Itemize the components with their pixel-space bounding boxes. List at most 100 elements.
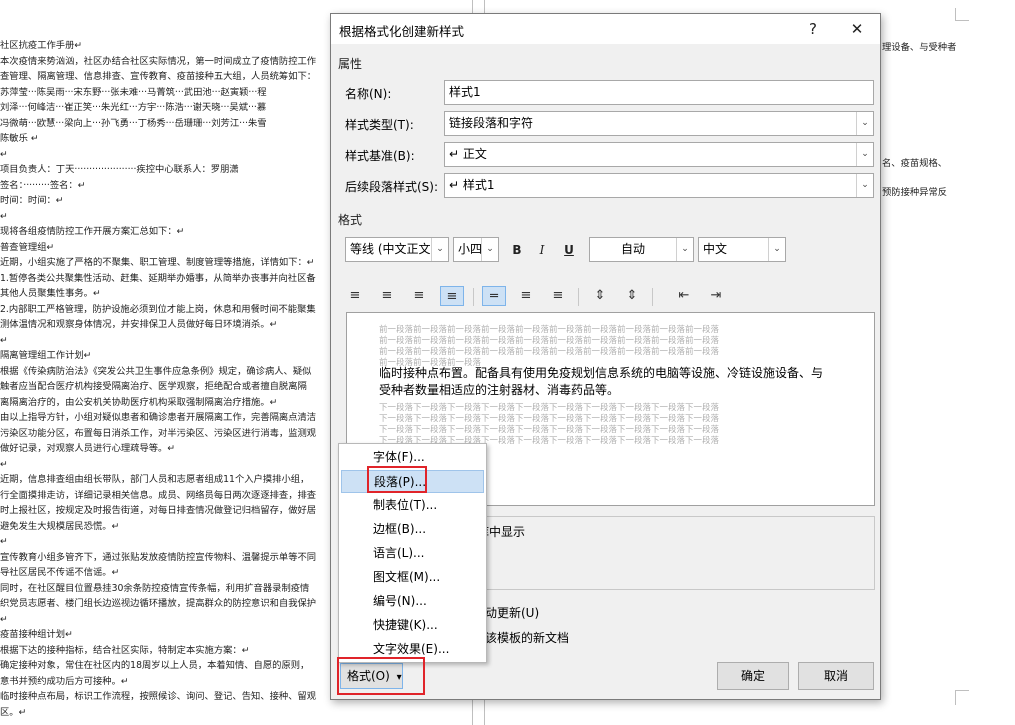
- style-base-select[interactable]: ↵ 正文 ⌄: [444, 142, 874, 167]
- document-line: 时上报社区，按规定及时报告街道，对每日排查情况做登记归档留存，做好居: [0, 505, 317, 516]
- line-spacing-onehalf-icon[interactable]: ≡: [514, 286, 538, 306]
- menu-item[interactable]: 制表位(T)...: [341, 494, 484, 517]
- italic-button[interactable]: I: [531, 241, 553, 259]
- document-line: 苏萍莹···陈吴雨···宋东野···张未难···马菁筑···武田池···赵寅颖·…: [0, 86, 267, 98]
- style-type-label: 样式类型(T):: [345, 118, 414, 132]
- style-type-select[interactable]: 链接段落和字符 ⌄: [444, 111, 874, 136]
- align-justify-icon[interactable]: ≡: [440, 286, 464, 306]
- close-icon[interactable]: ✕: [837, 16, 877, 42]
- new-documents-label[interactable]: 该模板的新文档: [485, 629, 569, 646]
- preview-line: 前一段落前一段落前一段落前一段落前一段落前一段落前一段落前一段落前一段落前一段落: [379, 336, 720, 346]
- chevron-down-icon[interactable]: ⌄: [676, 238, 693, 261]
- document-line: 宣传教育小组多管齐下，通过张贴发放疫情防控宣传物料、温馨提示单等不同: [0, 551, 317, 563]
- menu-item[interactable]: 边框(B)...: [341, 518, 484, 541]
- decrease-indent-icon[interactable]: ⇤: [672, 286, 696, 306]
- document-line: 离隔离治疗的，由公安机关协助医疗机构采取强制隔离治疗措施。↵: [0, 396, 278, 408]
- style-type-value: 链接段落和字符: [449, 116, 534, 130]
- document-line: 区。↵: [0, 706, 27, 718]
- line-spacing-single-icon[interactable]: ═: [482, 286, 506, 306]
- increase-indent-icon[interactable]: ⇥: [704, 286, 728, 306]
- document-line: 本次疫情来势汹汹，社区办结合社区实际情况，第一时间成立了疫情防控工作: [0, 55, 317, 67]
- style-base-value: ↵ 正文: [449, 147, 487, 161]
- chevron-down-icon[interactable]: ⌄: [481, 238, 498, 261]
- increase-paragraph-spacing-icon[interactable]: ⇕: [588, 286, 612, 306]
- toolbar-separator: [652, 288, 653, 306]
- preview-line: 下一段落下一段落下一段落下一段落下一段落下一段落下一段落下一段落下一段落下一段落: [379, 403, 720, 413]
- menu-item[interactable]: 快捷键(K)...: [341, 614, 484, 637]
- document-line: 污染区功能分区，布置每日消杀工作，对半污染区、污染区进行消毒，监测观: [0, 427, 317, 439]
- document-line: 现将各组疫情防控工作开展方案汇总如下：↵: [0, 226, 185, 237]
- dialog-title: 根据格式化创建新样式: [339, 24, 465, 39]
- align-left-icon[interactable]: ≡: [343, 286, 367, 306]
- document-body: 社区抗疫工作手册↵ 本次疫情来势汹汹，社区办结合社区实际情况，第一时间成立了疫情防…: [0, 38, 330, 720]
- preview-line: 下一段落下一段落下一段落下一段落下一段落下一段落下一段落下一段落下一段落下一段落: [379, 414, 720, 424]
- chevron-down-icon[interactable]: ⌄: [856, 174, 873, 197]
- highlight-box: [367, 466, 427, 493]
- menu-item[interactable]: 图文框(M)...: [341, 566, 484, 589]
- toolbar-separator: [473, 288, 474, 306]
- document-line: 查管理、隔离管理、信息排查、宣传教育、疫苗接种五大组，人员统筹如下：: [0, 71, 317, 82]
- document-line: 2.内部职工严格管理，防护设施必须到位才能上岗，休息和用餐时间不能聚集: [0, 303, 316, 315]
- document-line: 织党员志愿者、楼门组长边巡视边循环播放，提高群众的防控意识和自我保护: [0, 598, 317, 609]
- document-line: ↵: [0, 458, 8, 470]
- auto-update-label[interactable]: 动更新(U): [485, 604, 539, 621]
- page-corner-mark: [955, 20, 969, 21]
- next-style-select[interactable]: ↵ 样式1 ⌄: [444, 173, 874, 198]
- language-select[interactable]: 中文 ⌄: [698, 237, 786, 262]
- page-corner-mark: [955, 690, 956, 705]
- document-line: 近期，信息排查组由组长带队，部门人员和志愿者组成11个入户摸排小组，: [0, 474, 310, 485]
- document-line: 根据下达的接种指标，结合社区实际，特制定本实施方案：↵: [0, 644, 250, 656]
- document-line: ↵: [0, 334, 8, 346]
- document-line: 避免发生大规模居民恐慌。↵: [0, 520, 120, 532]
- document-line: 确定接种对象，常住在社区内的18周岁以上人员，本着知情、自愿的原则，: [0, 660, 310, 671]
- page-corner-mark: [955, 690, 969, 691]
- document-line: 做好记录，对观察人员进行心理疏导等。↵: [0, 443, 176, 454]
- font-color-select[interactable]: 自动 ⌄: [589, 237, 694, 262]
- chevron-down-icon[interactable]: ⌄: [431, 238, 448, 261]
- menu-item[interactable]: 编号(N)...: [341, 590, 484, 613]
- document-line: 触者应当配合医疗机构接受隔离治疗、医学观察，拒绝配合或者擅自脱离隔: [0, 381, 307, 392]
- properties-section-label: 属性: [338, 57, 363, 71]
- ok-button[interactable]: 确定: [717, 662, 789, 690]
- chevron-down-icon[interactable]: ⌄: [856, 112, 873, 135]
- document-text: 预防接种异常反: [882, 187, 948, 198]
- document-line: 签名：·········签名：↵: [0, 179, 86, 191]
- preview-line: 受种者数量相适应的注射器材、消毒药品等。: [379, 383, 620, 397]
- font-color-value: 自动: [620, 242, 645, 256]
- document-line: 行全面摸排走访，详细记录相关信息。成员、网络员每日两次逐逐排查，排查: [0, 489, 317, 501]
- chevron-down-icon[interactable]: ⌄: [856, 143, 873, 166]
- name-input[interactable]: 样式1: [444, 80, 874, 105]
- document-text: 理设备、与受种者: [882, 42, 957, 53]
- document-line: 隔离管理组工作计划↵: [0, 350, 92, 361]
- name-label: 名称(N):: [345, 87, 392, 101]
- font-size-select[interactable]: 小四 ⌄: [453, 237, 499, 262]
- align-right-icon[interactable]: ≡: [407, 286, 431, 306]
- style-base-label: 样式基准(B):: [345, 149, 415, 163]
- title-bar: 根据格式化创建新样式 ? ✕: [331, 14, 880, 44]
- document-line: 近期，小组实施了严格的不聚集、职工管理、制度管理等措施，详情如下：↵: [0, 257, 315, 268]
- document-line: 刘泽···何峰洁···崔正笑···朱光红···方宇···陈浩···谢天晓···吴…: [0, 102, 267, 113]
- cancel-button[interactable]: 取消: [798, 662, 874, 690]
- document-line: ↵: [0, 613, 8, 625]
- decrease-paragraph-spacing-icon[interactable]: ⇕: [620, 286, 644, 306]
- document-line: 同时，在社区醒目位置悬挂30余条防控疫情宣传条幅，利用扩音器录制疫情: [0, 582, 310, 594]
- underline-button[interactable]: U: [558, 241, 580, 259]
- chevron-down-icon[interactable]: ⌄: [768, 238, 785, 261]
- preview-line: 临时接种点布置。配备具有使用免疫规划信息系统的电脑等设施、冷链设施设备、与: [379, 366, 824, 380]
- document-line: 测体温情况和观察身体情况，并安排保卫人员做好每日环境消杀。↵: [0, 319, 278, 330]
- document-line: 社区抗疫工作手册↵: [0, 40, 83, 51]
- preview-line: 下一段落下一段落下一段落下一段落下一段落下一段落下一段落下一段落下一段落下一段落: [379, 425, 720, 435]
- font-select[interactable]: 等线 (中文正文) ⌄: [345, 237, 449, 262]
- bold-button[interactable]: B: [506, 241, 528, 259]
- line-spacing-double-icon[interactable]: ≡: [546, 286, 570, 306]
- document-line: 导社区居民不传谣不信谣。↵: [0, 567, 120, 578]
- align-center-icon[interactable]: ≡: [375, 286, 399, 306]
- menu-item[interactable]: 语言(L)...: [341, 542, 484, 565]
- document-line: 项目负责人：丁天·····················疾控中心联系人：罗朋潇: [0, 164, 239, 175]
- help-button[interactable]: ?: [793, 16, 833, 42]
- preview-sample-text: 临时接种点布置。配备具有使用免疫规划信息系统的电脑等设施、冷链设施设备、与 受种者…: [379, 365, 849, 399]
- document-line: 根据《传染病防治法》《突发公共卫生事件应急条例》规定，确诊病人、疑似: [0, 365, 312, 377]
- preview-next-paragraph: 下一段落下一段落下一段落下一段落下一段落下一段落下一段落下一段落下一段落下一段落…: [379, 403, 829, 447]
- document-text: 名、疫苗规格、: [882, 158, 948, 169]
- screen: 社区抗疫工作手册↵ 本次疫情来势汹汹，社区办结合社区实际情况，第一时间成立了疫情防…: [0, 0, 1015, 725]
